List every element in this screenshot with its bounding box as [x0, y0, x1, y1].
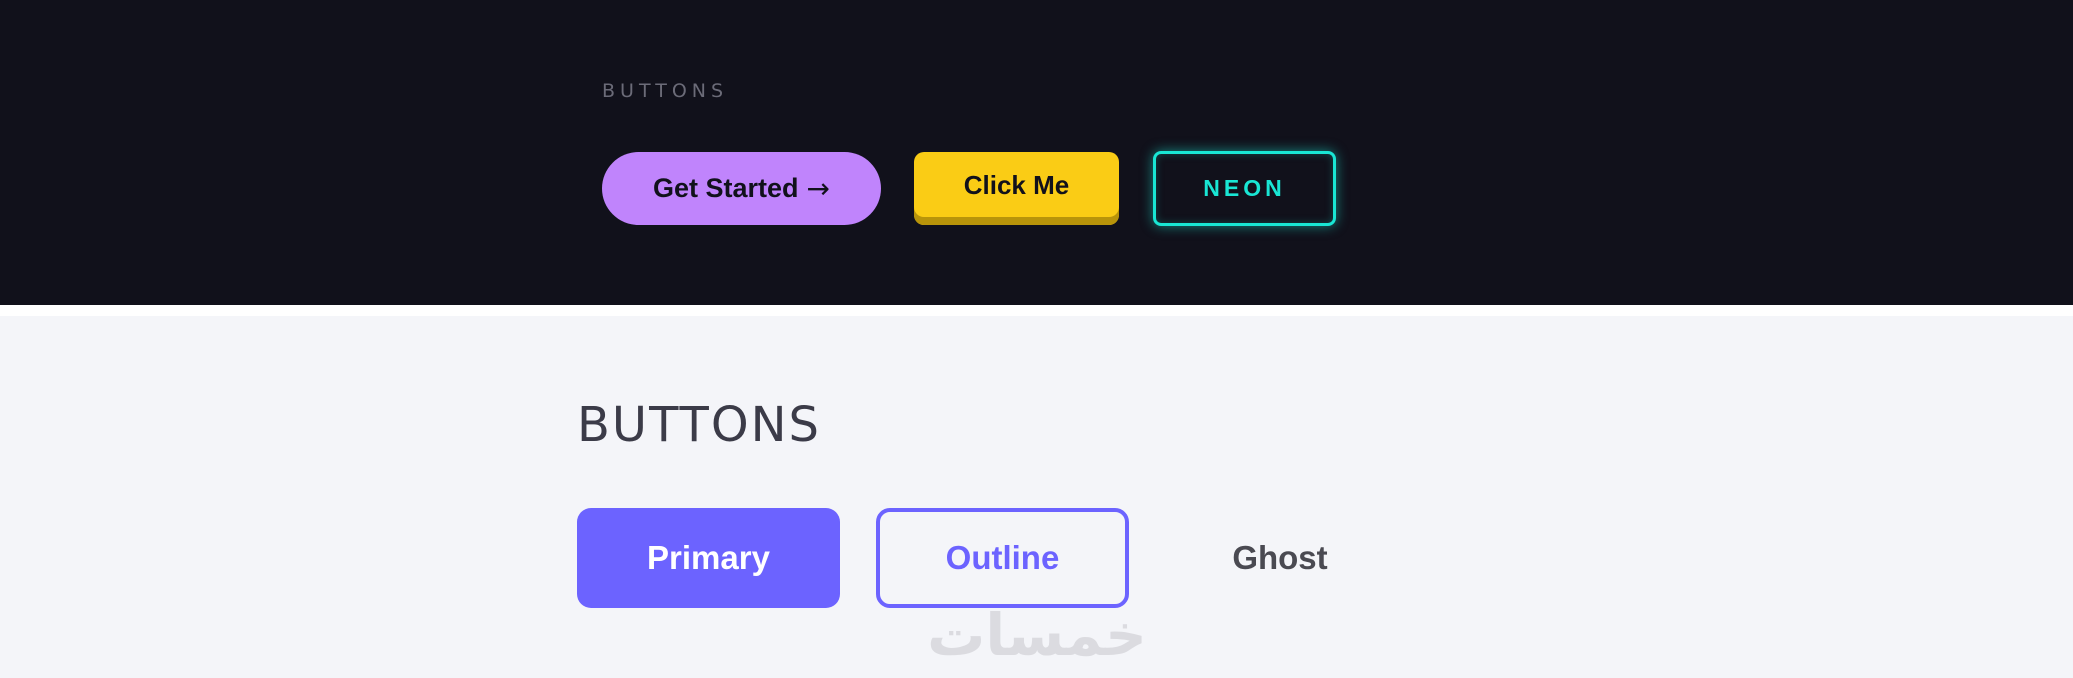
outline-button[interactable]: Outline	[876, 508, 1129, 608]
light-section-title: BUTTONS	[577, 397, 822, 453]
ghost-label: Ghost	[1232, 539, 1328, 576]
section-divider	[0, 305, 2073, 316]
arrow-right-icon: →	[806, 172, 830, 205]
get-started-label: Get Started	[652, 173, 799, 203]
get-started-button[interactable]: Get Started →	[602, 152, 881, 225]
click-me-label: Click Me	[963, 170, 1070, 200]
click-me-button[interactable]: Click Me	[914, 152, 1119, 225]
dark-section-label: BUTTONS	[602, 80, 729, 102]
primary-label: Primary	[647, 539, 770, 576]
primary-button[interactable]: Primary	[577, 508, 840, 608]
outline-label: Outline	[945, 539, 1060, 576]
neon-label: NEON	[1203, 175, 1286, 201]
ghost-button[interactable]: Ghost	[1160, 508, 1400, 608]
neon-button[interactable]: NEON	[1153, 151, 1336, 226]
watermark-logo: خمسات	[927, 601, 1147, 669]
